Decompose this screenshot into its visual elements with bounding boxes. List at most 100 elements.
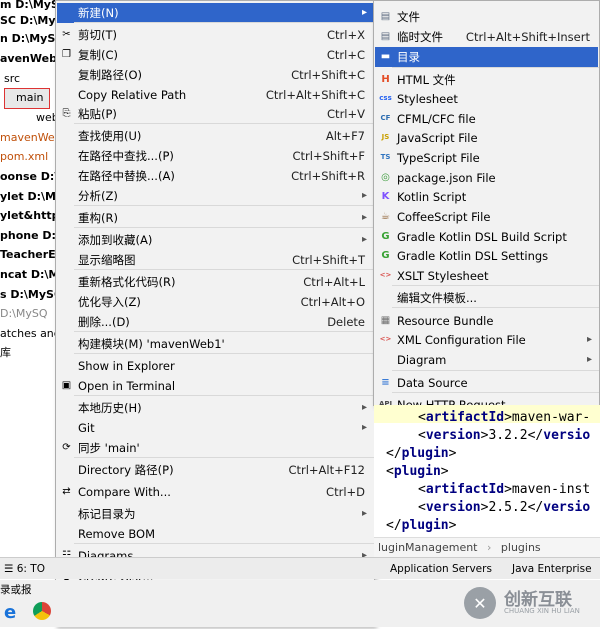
tree-line[interactable]: phone D:\M: [0, 227, 60, 245]
menu-item[interactable]: Remove BOM: [57, 524, 373, 544]
menu-item[interactable]: 查找使用(U) Alt+F7: [57, 126, 373, 146]
menu-item-shortcut: Ctrl+Alt+O: [300, 295, 365, 309]
menu-separator: [74, 457, 374, 458]
tree-line[interactable]: mavenWel: [0, 129, 58, 147]
submenu-item[interactable]: H HTML 文件: [375, 70, 598, 90]
submenu-item[interactable]: ≡ Data Source: [375, 373, 598, 393]
menu-item[interactable]: 复制路径(O) Ctrl+Shift+C: [57, 65, 373, 85]
menu-item[interactable]: Copy Relative Path Ctrl+Alt+Shift+C: [57, 85, 373, 105]
submenu-item-label: Resource Bundle: [397, 314, 494, 328]
menu-item[interactable]: 新建(N) ▸: [57, 3, 373, 23]
menu-item[interactable]: 添加到收藏(A) ▸: [57, 230, 373, 250]
tree-line[interactable]: s D:\MySC: [0, 286, 60, 304]
submenu-item[interactable]: ▬ 目录: [375, 47, 598, 67]
file-type-icon: CF: [380, 114, 391, 122]
submenu-item[interactable]: TS TypeScript File: [375, 148, 598, 168]
submenu-item[interactable]: G Gradle Kotlin DSL Settings: [375, 246, 598, 266]
menu-item-shortcut: Ctrl+C: [326, 48, 365, 62]
menu-separator: [74, 227, 374, 228]
menu-item[interactable]: 标记目录为 ▸: [57, 504, 373, 524]
code-line: <plugin>: [386, 464, 449, 479]
tree-pom[interactable]: pom.xml: [0, 148, 48, 166]
submenu-item[interactable]: Diagram ▸: [375, 350, 598, 370]
submenu-item[interactable]: <> XML Configuration File ▸: [375, 330, 598, 350]
submenu-item[interactable]: 编辑文件模板...: [375, 288, 598, 308]
tree-line[interactable]: ylet D:\My: [0, 188, 60, 206]
breadcrumb-item[interactable]: plugins: [501, 541, 541, 554]
breadcrumb-item[interactable]: luginManagement: [378, 541, 478, 554]
submenu-item[interactable]: ☕ CoffeeScript File: [375, 207, 598, 227]
menu-item[interactable]: 本地历史(H) ▸: [57, 398, 373, 418]
menu-item-shortcut: Ctrl+V: [327, 107, 365, 121]
tree-line[interactable]: n D:\MySc: [0, 30, 60, 48]
submenu-item-label: Diagram: [397, 353, 447, 367]
tree-line[interactable]: 库: [0, 344, 11, 362]
submenu-item-label: HTML 文件: [397, 73, 456, 87]
submenu-arrow-icon: ▸: [361, 190, 367, 201]
tree-line[interactable]: SC D:\MyS: [0, 12, 60, 30]
submenu-arrow-icon: ▸: [361, 234, 367, 245]
file-type-icon: K: [381, 191, 390, 202]
menu-item[interactable]: Git ▸: [57, 418, 373, 438]
file-type-icon: JS: [381, 133, 390, 141]
menu-separator: [392, 307, 599, 308]
tree-line[interactable]: ncat D:\My: [0, 266, 60, 284]
menu-item[interactable]: 在路径中替换...(A) Ctrl+Shift+R: [57, 166, 373, 186]
tree-line[interactable]: D:\MySQ: [0, 305, 48, 323]
submenu-item[interactable]: K Kotlin Script: [375, 187, 598, 207]
submenu-item[interactable]: G Gradle Kotlin DSL Build Script: [375, 227, 598, 247]
submenu-item[interactable]: CF CFML/CFC file: [375, 109, 598, 129]
menu-item[interactable]: 分析(Z) ▸: [57, 186, 373, 206]
tree-line[interactable]: atches and: [0, 325, 60, 343]
submenu-arrow-icon: ▸: [586, 354, 592, 365]
menu-item[interactable]: ✂ 剪切(T) Ctrl+X: [57, 25, 373, 45]
tree-line[interactable]: avenWeb1: [0, 50, 60, 68]
submenu-item-label: Gradle Kotlin DSL Build Script: [397, 230, 567, 244]
menu-item[interactable]: ❐ 复制(C) Ctrl+C: [57, 45, 373, 65]
menu-item[interactable]: ▣ Open in Terminal: [57, 376, 373, 396]
menu-item[interactable]: Show in Explorer: [57, 356, 373, 376]
submenu-item[interactable]: ▦ Resource Bundle: [375, 311, 598, 331]
submenu-item[interactable]: JS JavaScript File: [375, 128, 598, 148]
menu-item[interactable]: 重新格式化代码(R) Ctrl+Alt+L: [57, 272, 373, 292]
menu-item-label: 分析(Z): [78, 189, 118, 203]
menu-item[interactable]: 显示缩略图 Ctrl+Shift+T: [57, 250, 373, 270]
edge-icon[interactable]: e: [4, 602, 16, 623]
file-type-icon: <>: [379, 271, 392, 279]
menu-item[interactable]: 重构(R) ▸: [57, 208, 373, 228]
submenu-item[interactable]: ▤ 文件: [375, 7, 598, 27]
todo-tab[interactable]: ☰ 6: TO: [4, 558, 45, 580]
menu-item[interactable]: ⎘ 粘贴(P) Ctrl+V: [57, 104, 373, 124]
menu-item-label: 重新格式化代码(R): [78, 275, 176, 289]
app-servers-tab[interactable]: Application Servers: [390, 558, 492, 580]
menu-item[interactable]: 构建模块(M) 'mavenWeb1': [57, 334, 373, 354]
submenu-item[interactable]: <> XSLT Stylesheet: [375, 266, 598, 286]
menu-item-shortcut: Ctrl+D: [326, 485, 365, 499]
menu-item[interactable]: 删除...(D) Delete: [57, 312, 373, 332]
submenu-item-label: 编辑文件模板...: [397, 291, 477, 305]
submenu-item[interactable]: ▤ 临时文件 Ctrl+Alt+Shift+Insert: [375, 27, 598, 47]
tree-src[interactable]: src: [4, 70, 20, 88]
submenu-item-label: Kotlin Script: [397, 190, 467, 204]
menu-item-shortcut: Ctrl+Alt+Shift+C: [265, 88, 365, 102]
menu-item[interactable]: 在路径中查找...(P) Ctrl+Shift+F: [57, 146, 373, 166]
java-enterprise-tab[interactable]: Java Enterprise: [512, 558, 592, 580]
submenu-item-shortcut: Ctrl+Alt+Shift+Insert: [465, 30, 590, 44]
menu-item-label: 剪切(T): [78, 28, 117, 42]
tree-main[interactable]: main: [16, 89, 43, 107]
menu-item[interactable]: ⟳ 同步 'main': [57, 438, 373, 458]
menu-item-label: Remove BOM: [78, 527, 155, 541]
menu-separator: [392, 285, 599, 286]
code-editor[interactable]: <artifactId>maven-war- <version>3.2.2</v…: [374, 405, 600, 540]
submenu-item[interactable]: ◎ package.json File: [375, 168, 598, 188]
file-type-icon: ▬: [380, 51, 391, 62]
tree-line[interactable]: oonse D:\My: [0, 168, 60, 186]
submenu-item[interactable]: css Stylesheet: [375, 89, 598, 109]
tree-line[interactable]: ylet&http&: [0, 207, 60, 225]
tree-line[interactable]: TeacherEx: [0, 246, 60, 264]
chrome-icon[interactable]: [33, 602, 51, 620]
menu-item[interactable]: Directory 路径(P) Ctrl+Alt+F12: [57, 460, 373, 480]
menu-item[interactable]: ⇄ Compare With... Ctrl+D: [57, 482, 373, 502]
menu-item[interactable]: 优化导入(Z) Ctrl+Alt+O: [57, 292, 373, 312]
menu-item-label: Directory 路径(P): [78, 463, 174, 477]
